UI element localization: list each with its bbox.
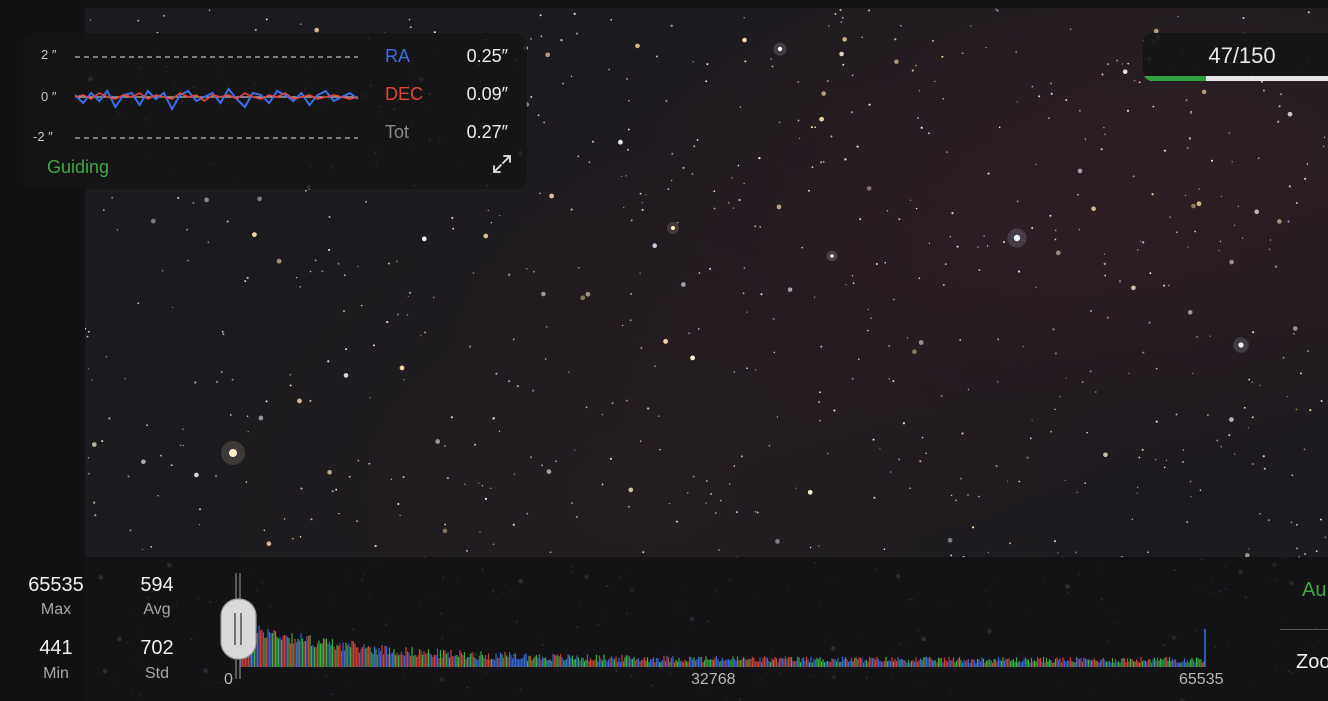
stat-min-label: Min	[43, 665, 69, 682]
stat-std-value: 702	[140, 637, 174, 659]
app-root: 2 ″ 0 ″ -2 ″ RA 0.25″ DEC 0.09″ Tot 0.27…	[0, 0, 1328, 701]
guide-axis-bottom-label: -2 ″	[33, 129, 53, 144]
stat-min-value: 441	[39, 637, 73, 659]
stat-std-label: Std	[144, 665, 169, 682]
top-bar	[85, 0, 1328, 8]
dec-label: DEC	[385, 84, 424, 104]
stat-avg-label: Avg	[143, 601, 171, 618]
menu-divider	[1280, 629, 1328, 630]
expand-icon[interactable]	[491, 153, 513, 175]
guiding-status-label: Guiding	[47, 157, 110, 177]
histogram-panel[interactable]: 65535 Max 594 Avg 441 Min 702 Std 0 3276…	[9, 557, 1328, 701]
frame-counter[interactable]: 47/150	[1143, 33, 1328, 81]
tot-label: Tot	[385, 122, 410, 142]
stat-max-label: Max	[40, 601, 72, 618]
frame-progress-fill	[1143, 76, 1206, 81]
histogram-bars	[240, 620, 1205, 667]
ra-trace	[74, 87, 359, 112]
guide-axis-top-label: 2 ″	[41, 47, 57, 62]
ra-value: 0.25″	[466, 46, 508, 66]
dec-value: 0.09″	[466, 84, 508, 104]
histogram-tick-max: 65535	[1179, 671, 1224, 688]
guide-axis-zero-label: 0 ″	[41, 89, 57, 104]
stat-avg-value: 594	[140, 574, 174, 596]
ra-label: RA	[385, 46, 411, 66]
stat-max-value: 65535	[28, 574, 84, 596]
auto-stretch-button[interactable]: Au	[1302, 579, 1326, 602]
tot-value: 0.27″	[466, 122, 508, 142]
histogram-tick-mid: 32768	[691, 671, 736, 688]
frame-counter-text: 47/150	[1208, 43, 1276, 68]
zoom-button[interactable]: Zoo	[1296, 651, 1328, 674]
histogram-tick-min: 0	[224, 671, 233, 688]
black-point-slider-handle[interactable]	[220, 598, 257, 660]
guiding-panel[interactable]: 2 ″ 0 ″ -2 ″ RA 0.25″ DEC 0.09″ Tot 0.27…	[23, 33, 527, 189]
